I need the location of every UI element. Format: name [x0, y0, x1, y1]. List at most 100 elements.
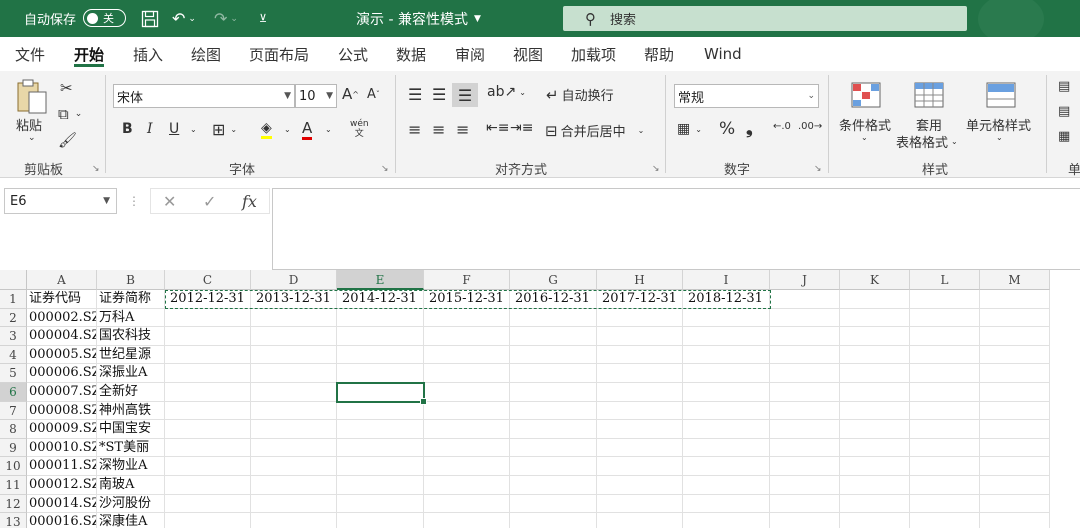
cell-j11[interactable] — [770, 476, 840, 495]
column-header-l[interactable]: L — [910, 270, 980, 290]
cell-c11[interactable] — [165, 476, 251, 495]
enter-icon[interactable]: ✓ — [203, 188, 216, 214]
font-launcher-icon[interactable]: ↘ — [381, 164, 389, 174]
cell-g6[interactable] — [510, 383, 597, 402]
row-header-4[interactable]: 4 — [0, 345, 27, 365]
cell-j8[interactable] — [770, 420, 840, 439]
cell-a8[interactable]: 000009.SZ — [27, 420, 97, 439]
row-header-9[interactable]: 9 — [0, 438, 27, 458]
name-box[interactable]: E6 ▼ — [4, 188, 117, 214]
cell-g13[interactable] — [510, 513, 597, 528]
column-header-j[interactable]: J — [770, 270, 840, 290]
cell-e9[interactable] — [337, 438, 424, 458]
number-launcher-icon[interactable]: ↘ — [814, 164, 822, 174]
paste-icon[interactable] — [14, 77, 50, 117]
cell-k4[interactable] — [840, 345, 910, 365]
cell-d2[interactable] — [251, 308, 337, 328]
cell-a3[interactable]: 000004.SZ — [27, 327, 97, 346]
cell-h9[interactable] — [597, 438, 683, 458]
cell-i11[interactable] — [683, 476, 770, 495]
cell-d13[interactable] — [251, 513, 337, 528]
cell-k8[interactable] — [840, 420, 910, 439]
bold-button[interactable]: B — [122, 121, 133, 137]
cell-c13[interactable] — [165, 513, 251, 528]
cell-b13[interactable]: 深康佳A — [97, 513, 165, 528]
fill-color-icon[interactable]: ◈ — [261, 120, 272, 139]
cell-k12[interactable] — [840, 494, 910, 514]
cell-j12[interactable] — [770, 494, 840, 514]
cell-m6[interactable] — [980, 383, 1050, 402]
cell-l10[interactable] — [910, 457, 980, 476]
cell-m12[interactable] — [980, 494, 1050, 514]
cell-i4[interactable] — [683, 345, 770, 365]
font-size-select[interactable]: 10 ▼ — [295, 84, 337, 108]
cell-l9[interactable] — [910, 438, 980, 458]
cell-h3[interactable] — [597, 327, 683, 346]
number-format-select[interactable]: 常规 ⌄ — [674, 84, 819, 108]
borders-icon[interactable]: ⊞ ⌄ — [212, 120, 237, 139]
column-header-h[interactable]: H — [597, 270, 683, 290]
delete-cells-icon[interactable]: ▤ — [1058, 104, 1070, 119]
cell-e2[interactable] — [337, 308, 424, 328]
tab-data[interactable]: 数据 — [396, 37, 426, 71]
cell-m1[interactable] — [980, 290, 1050, 309]
tab-view[interactable]: 视图 — [513, 37, 543, 71]
cell-f8[interactable] — [424, 420, 510, 439]
copy-icon[interactable]: ⧉ ⌄ — [58, 105, 82, 123]
tab-addins[interactable]: 加载项 — [571, 37, 616, 71]
tab-draw[interactable]: 绘图 — [191, 37, 221, 71]
format-painter-icon[interactable]: 🖌 — [58, 131, 77, 149]
cell-d4[interactable] — [251, 345, 337, 365]
cell-a13[interactable]: 000016.SZ — [27, 513, 97, 528]
cell-j10[interactable] — [770, 457, 840, 476]
cell-d9[interactable] — [251, 438, 337, 458]
cell-i7[interactable] — [683, 401, 770, 421]
cell-i12[interactable] — [683, 494, 770, 514]
row-header-6[interactable]: 6 — [0, 383, 27, 402]
cell-b3[interactable]: 国农科技 — [97, 327, 165, 346]
cell-a4[interactable]: 000005.SZ — [27, 345, 97, 365]
cell-m2[interactable] — [980, 308, 1050, 328]
insert-function-button[interactable]: fx — [242, 188, 257, 214]
cell-f13[interactable] — [424, 513, 510, 528]
cell-c12[interactable] — [165, 494, 251, 514]
cell-e12[interactable] — [337, 494, 424, 514]
cell-l11[interactable] — [910, 476, 980, 495]
cell-m7[interactable] — [980, 401, 1050, 421]
cell-m13[interactable] — [980, 513, 1050, 528]
column-header-a[interactable]: A — [27, 270, 97, 290]
column-header-g[interactable]: G — [510, 270, 597, 290]
tab-home[interactable]: 开始 — [74, 37, 105, 71]
cell-g12[interactable] — [510, 494, 597, 514]
format-cells-icon[interactable]: ▦ — [1058, 129, 1070, 144]
row-header-12[interactable]: 12 — [0, 494, 27, 514]
cell-m3[interactable] — [980, 327, 1050, 346]
cell-a12[interactable]: 000014.SZ — [27, 494, 97, 514]
increase-font-icon[interactable]: A ^ — [342, 85, 359, 103]
cell-g9[interactable] — [510, 438, 597, 458]
wrap-text-button[interactable]: ↵ 自动换行 — [546, 85, 614, 105]
conditional-format-icon[interactable] — [850, 81, 882, 109]
cell-f3[interactable] — [424, 327, 510, 346]
cell-b11[interactable]: 南玻A — [97, 476, 165, 495]
decrease-indent-icon[interactable]: ⇤≡ — [486, 120, 509, 136]
cell-h10[interactable] — [597, 457, 683, 476]
cell-j4[interactable] — [770, 345, 840, 365]
cell-j13[interactable] — [770, 513, 840, 528]
cell-m10[interactable] — [980, 457, 1050, 476]
undo-icon[interactable]: ↶ ⌄ — [172, 0, 196, 37]
row-header-3[interactable]: 3 — [0, 327, 27, 346]
cell-d10[interactable] — [251, 457, 337, 476]
cell-f11[interactable] — [424, 476, 510, 495]
cell-l3[interactable] — [910, 327, 980, 346]
cell-a6[interactable]: 000007.SZ — [27, 383, 97, 402]
cell-c3[interactable] — [165, 327, 251, 346]
cell-l5[interactable] — [910, 364, 980, 383]
column-header-m[interactable]: M — [980, 270, 1050, 290]
cell-b7[interactable]: 神州高铁 — [97, 401, 165, 421]
cell-j7[interactable] — [770, 401, 840, 421]
tab-help[interactable]: 帮助 — [644, 37, 674, 71]
chevron-down-icon[interactable]: ⌄ — [861, 133, 868, 142]
select-all-corner[interactable] — [0, 270, 27, 290]
cell-d12[interactable] — [251, 494, 337, 514]
